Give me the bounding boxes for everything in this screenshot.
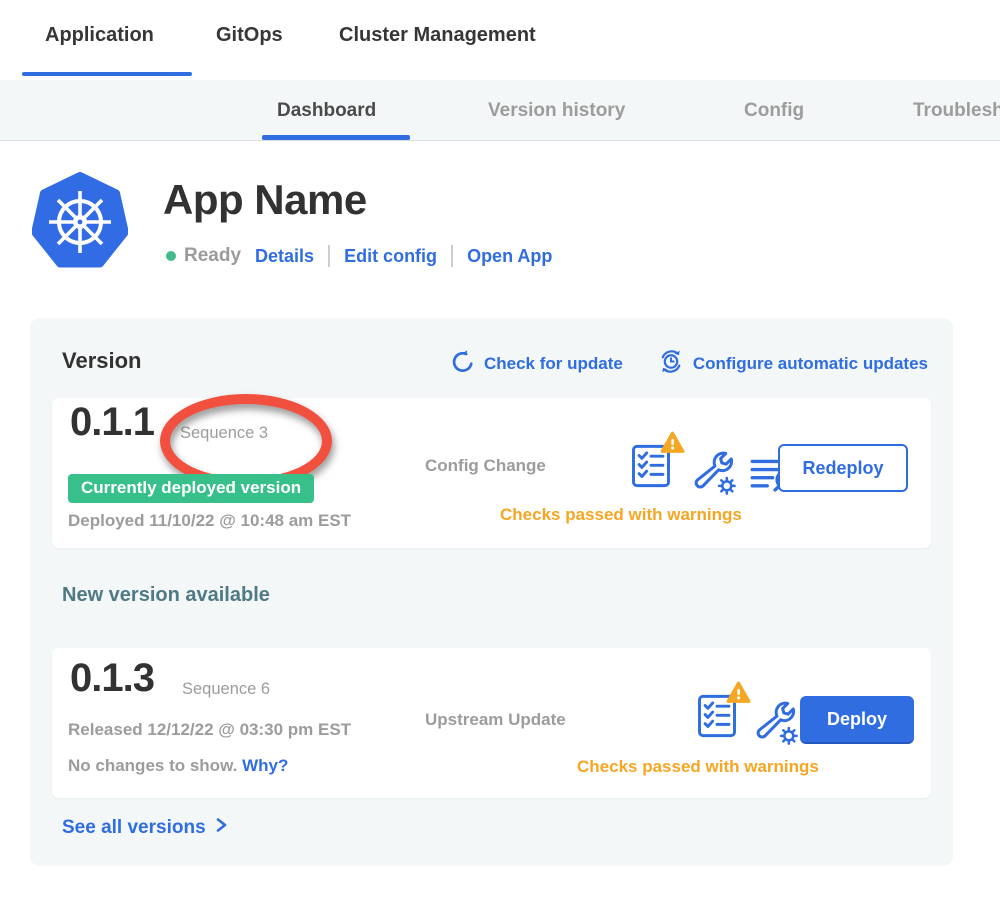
tab-cluster-management[interactable]: Cluster Management <box>339 24 536 47</box>
check-for-update-label: Check for update <box>484 354 623 374</box>
no-changes-text: No changes to show. Why? <box>68 756 288 776</box>
configure-automatic-updates-label: Configure automatic updates <box>693 354 928 374</box>
version-panel-title: Version <box>62 348 141 374</box>
divider <box>451 245 453 267</box>
preflight-checklist-icon[interactable] <box>696 692 738 745</box>
kubernetes-logo <box>32 172 128 272</box>
schedule-icon <box>657 348 685 380</box>
preflight-checklist-icon[interactable] <box>630 442 672 495</box>
version-panel-actions: Check for update Configure automatic upd… <box>450 348 928 380</box>
available-version-number: 0.1.3 <box>70 656 154 701</box>
tab-version-history[interactable]: Version history <box>488 100 625 122</box>
tab-application[interactable]: Application <box>45 24 154 47</box>
details-link[interactable]: Details <box>255 246 314 267</box>
why-link[interactable]: Why? <box>242 756 288 775</box>
tab-config[interactable]: Config <box>744 100 804 122</box>
available-version-sequence: Sequence 6 <box>182 680 270 699</box>
tab-gitops[interactable]: GitOps <box>216 24 283 47</box>
checks-status-current: Checks passed with warnings <box>500 505 742 525</box>
active-subtab-underline <box>262 135 410 140</box>
currently-deployed-badge: Currently deployed version <box>68 474 314 503</box>
see-all-versions-link[interactable]: See all versions <box>62 816 229 840</box>
app-name-title: App Name <box>163 176 367 224</box>
wrench-gear-icon[interactable] <box>688 448 738 501</box>
version-source-label: Config Change <box>425 456 546 476</box>
deployed-timestamp: Deployed 11/10/22 @ 10:48 am EST <box>68 511 351 531</box>
active-tab-underline <box>22 72 192 76</box>
app-sub-nav: Dashboard Version history Config Trouble… <box>0 80 1000 141</box>
refresh-icon <box>450 349 476 380</box>
divider <box>328 245 330 267</box>
released-timestamp: Released 12/12/22 @ 03:30 pm EST <box>68 720 351 740</box>
chevron-right-icon <box>214 816 229 840</box>
app-status-row: Ready Details Edit config Open App <box>166 243 552 269</box>
tab-dashboard[interactable]: Dashboard <box>277 100 376 122</box>
new-version-heading: New version available <box>62 584 270 607</box>
redeploy-button[interactable]: Redeploy <box>778 444 908 492</box>
tab-troubleshoot[interactable]: Troubleshoot <box>913 100 1000 122</box>
status-badge: Ready <box>184 245 241 267</box>
configure-automatic-updates-button[interactable]: Configure automatic updates <box>657 348 928 380</box>
status-dot-icon <box>166 251 176 261</box>
checks-status-available: Checks passed with warnings <box>577 757 819 777</box>
deploy-button[interactable]: Deploy <box>800 696 914 744</box>
edit-config-link[interactable]: Edit config <box>344 246 437 267</box>
top-nav: Application GitOps Cluster Management <box>0 0 1000 80</box>
available-version-card: 0.1.3 Sequence 6 Released 12/12/22 @ 03:… <box>52 648 931 798</box>
admin-console: Application GitOps Cluster Management Da… <box>0 0 1000 898</box>
version-source-label: Upstream Update <box>425 710 566 730</box>
see-all-versions-label: See all versions <box>62 817 206 839</box>
current-version-number: 0.1.1 <box>70 400 154 445</box>
check-for-update-button[interactable]: Check for update <box>450 349 623 380</box>
warning-triangle-icon <box>726 681 751 704</box>
warning-triangle-icon <box>660 431 685 454</box>
open-app-link[interactable]: Open App <box>467 246 552 267</box>
current-version-card: 0.1.1 Sequence 3 Currently deployed vers… <box>52 398 931 548</box>
current-version-sequence: Sequence 3 <box>180 424 268 443</box>
version-panel: Version Check for update <box>30 318 953 866</box>
no-changes-label: No changes to show. <box>68 756 237 775</box>
wrench-gear-icon[interactable] <box>750 698 800 751</box>
